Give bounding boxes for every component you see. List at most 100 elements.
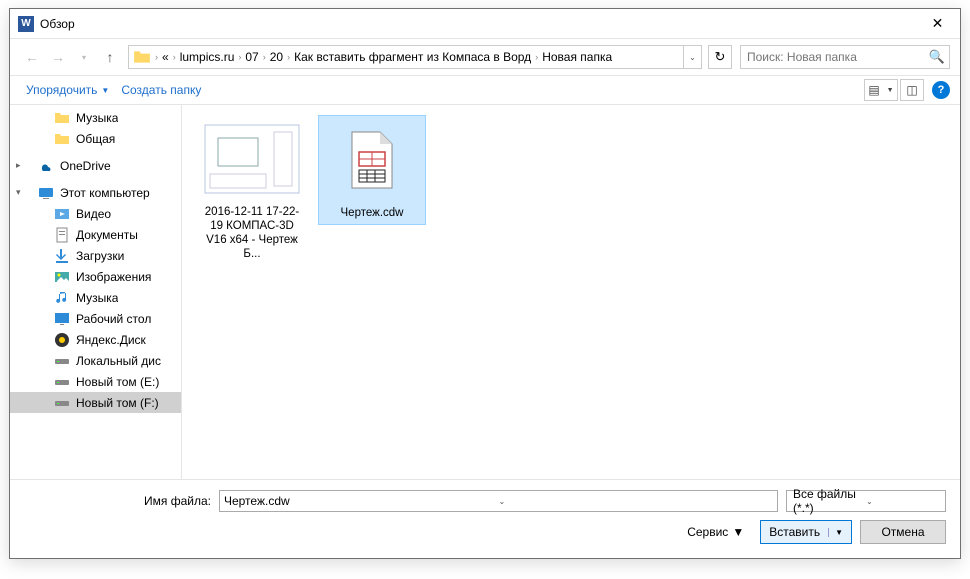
file-type-filter[interactable]: Все файлы (*.*) ⌄ (786, 490, 946, 512)
filename-input[interactable]: Чертеж.cdw ⌄ (219, 490, 778, 512)
address-dropdown[interactable]: ⌄ (683, 46, 701, 68)
tree-item-drive[interactable]: Локальный дис (10, 350, 181, 371)
tree-item-label: Документы (76, 228, 138, 242)
help-button[interactable]: ? (932, 81, 950, 99)
tree-item-label: Локальный дис (76, 354, 161, 368)
music-icon (54, 290, 70, 306)
pane-icon: ◫ (906, 83, 917, 97)
tree-item-download[interactable]: Загрузки (10, 245, 181, 266)
pc-icon (38, 185, 54, 201)
forward-button[interactable]: → (46, 45, 70, 69)
up-button[interactable]: ↑ (98, 45, 122, 69)
chevron-down-icon[interactable]: ⌄ (494, 497, 773, 506)
chevron-right-icon: › (263, 52, 266, 62)
recent-dropdown[interactable]: ▾ (72, 45, 96, 69)
breadcrumb-segment[interactable]: 20 (270, 50, 283, 64)
expand-icon[interactable]: ▾ (16, 187, 21, 198)
tree-item-label: Рабочий стол (76, 312, 151, 326)
view-icon: ▤ (868, 83, 879, 97)
navigation-tree[interactable]: Музыка Общая ▸ OneDrive ▾ Этот компьютер Видео… (10, 105, 182, 479)
tree-item-label: OneDrive (60, 159, 111, 173)
folder-icon (133, 48, 151, 66)
drive-icon (54, 395, 70, 411)
new-folder-label: Создать папку (121, 83, 201, 97)
chevron-down-icon: ⌄ (866, 497, 939, 506)
main-area: Музыка Общая ▸ OneDrive ▾ Этот компьютер Видео… (10, 105, 960, 480)
chevron-right-icon: › (155, 52, 158, 62)
images-icon (54, 269, 70, 285)
organize-button[interactable]: Упорядочить ▼ (20, 79, 115, 101)
organize-label: Упорядочить (26, 83, 97, 97)
nav-bar: ← → ▾ ↑ › « › lumpics.ru › 07 › 20 › Как… (10, 39, 960, 75)
drive-icon (54, 374, 70, 390)
chevron-down-icon[interactable]: ▼ (828, 528, 843, 537)
tree-item-images[interactable]: Изображения (10, 266, 181, 287)
tree-item-drive[interactable]: Новый том (E:) (10, 371, 181, 392)
yadisk-icon (54, 332, 70, 348)
insert-label: Вставить (769, 525, 820, 539)
file-dialog: W Обзор ✕ ← → ▾ ↑ › « › lumpics.ru › 07 … (9, 8, 961, 559)
tree-item-label: Яндекс.Диск (76, 333, 146, 347)
insert-button[interactable]: Вставить ▼ (760, 520, 852, 544)
view-mode-button[interactable]: ▤▼ (864, 79, 898, 101)
tools-label: Сервис (687, 525, 728, 539)
tree-item-drive[interactable]: Новый том (F:) (10, 392, 181, 413)
tree-item-label: Новый том (E:) (76, 375, 159, 389)
address-bar[interactable]: › « › lumpics.ru › 07 › 20 › Как вставит… (128, 45, 702, 69)
file-item[interactable]: 2016-12-11 17-22-19 КОМПАС-3D V16 x64 - … (198, 115, 306, 265)
tools-button[interactable]: Сервис ▼ (687, 525, 744, 539)
tree-item-label: Музыка (76, 111, 118, 125)
video-icon (54, 206, 70, 222)
file-thumbnail (204, 124, 300, 194)
word-icon: W (18, 16, 34, 32)
chevron-right-icon: › (535, 52, 538, 62)
search-input[interactable] (741, 50, 925, 64)
search-box[interactable]: 🔍 (740, 45, 950, 69)
search-icon[interactable]: 🔍 (925, 49, 949, 65)
file-list[interactable]: 2016-12-11 17-22-19 КОМПАС-3D V16 x64 - … (182, 105, 960, 479)
tree-item-label: Этот компьютер (60, 186, 150, 200)
tree-item-label: Загрузки (76, 249, 124, 263)
close-button[interactable]: ✕ (915, 9, 960, 39)
tree-item-label: Общая (76, 132, 115, 146)
preview-pane-button[interactable]: ◫ (900, 79, 924, 101)
title-bar: W Обзор ✕ (10, 9, 960, 39)
back-button[interactable]: ← (20, 45, 44, 69)
tree-item-video[interactable]: Видео (10, 203, 181, 224)
tree-item-folder[interactable]: Музыка (10, 107, 181, 128)
breadcrumb-overflow[interactable]: « (162, 50, 169, 64)
new-folder-button[interactable]: Создать папку (115, 79, 207, 101)
window-title: Обзор (40, 17, 915, 31)
tree-item-desktop[interactable]: Рабочий стол (10, 308, 181, 329)
chevron-right-icon: › (238, 52, 241, 62)
chevron-right-icon: › (287, 52, 290, 62)
chevron-down-icon: ▼ (101, 86, 109, 95)
filename-label: Имя файла: (144, 494, 211, 508)
tree-item-yadisk[interactable]: Яндекс.Диск (10, 329, 181, 350)
tree-item-docs[interactable]: Документы (10, 224, 181, 245)
download-icon (54, 248, 70, 264)
file-name: Чертеж.cdw (341, 206, 404, 220)
tree-item-label: Новый том (F:) (76, 396, 159, 410)
chevron-right-icon: › (173, 52, 176, 62)
breadcrumb-segment[interactable]: Как вставить фрагмент из Компаса в Ворд (294, 50, 531, 64)
refresh-button[interactable]: ↻ (708, 45, 732, 69)
folder-icon (54, 110, 70, 126)
breadcrumb-segment[interactable]: Новая папка (542, 50, 612, 64)
file-name: 2016-12-11 17-22-19 КОМПАС-3D V16 x64 - … (202, 205, 302, 261)
tree-item-label: Видео (76, 207, 111, 221)
tree-item-folder[interactable]: Общая (10, 128, 181, 149)
chevron-down-icon: ▼ (732, 525, 744, 539)
expand-icon[interactable]: ▸ (16, 160, 21, 171)
command-bar: Упорядочить ▼ Создать папку ▤▼ ◫ ? (10, 75, 960, 105)
tree-item-label: Изображения (76, 270, 151, 284)
tree-item-pc[interactable]: ▾ Этот компьютер (10, 182, 181, 203)
breadcrumb-segment[interactable]: lumpics.ru (180, 50, 235, 64)
breadcrumb-segment[interactable]: 07 (245, 50, 258, 64)
tree-item-onedrive[interactable]: ▸ OneDrive (10, 155, 181, 176)
onedrive-icon (38, 158, 54, 174)
cancel-button[interactable]: Отмена (860, 520, 946, 544)
file-item[interactable]: Чертеж.cdw (318, 115, 426, 225)
file-thumbnail (347, 130, 397, 190)
tree-item-music[interactable]: Музыка (10, 287, 181, 308)
